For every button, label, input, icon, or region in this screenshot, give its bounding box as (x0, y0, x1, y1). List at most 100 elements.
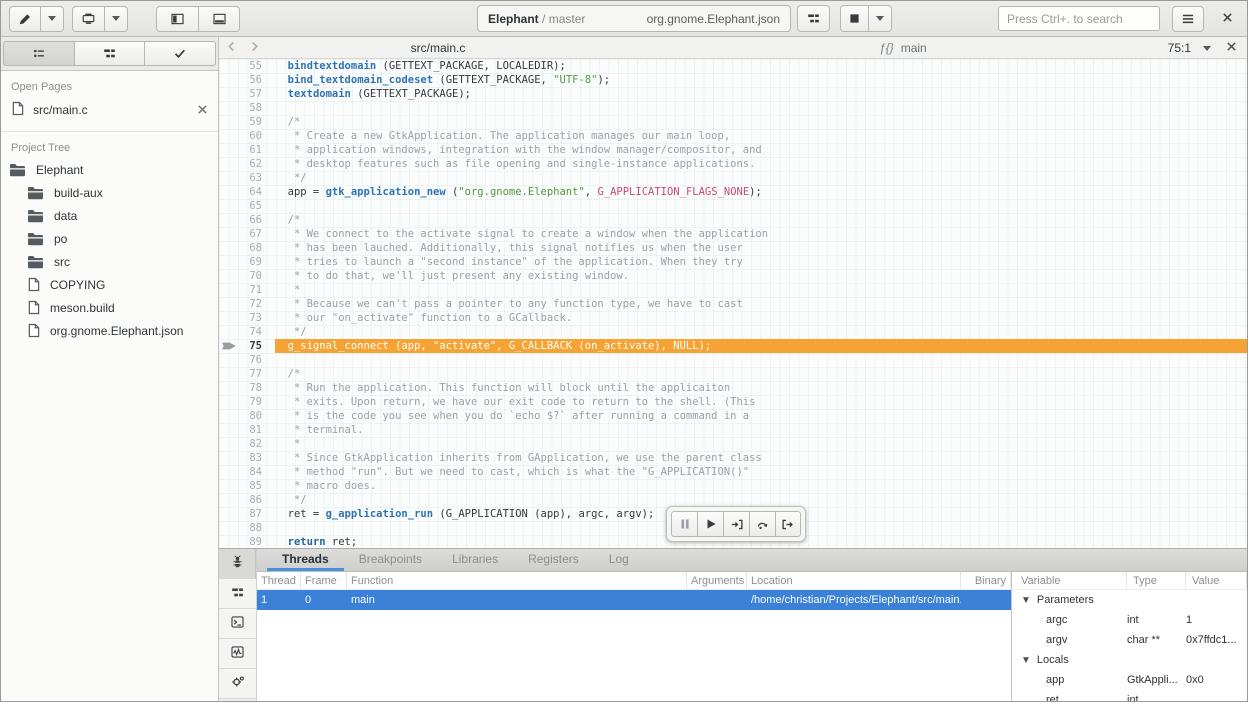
menu-button[interactable] (1172, 6, 1204, 32)
build-tree-panel-button[interactable] (219, 579, 256, 609)
variable-group-locals[interactable]: ▼Locals (1012, 650, 1247, 670)
search-input[interactable] (998, 6, 1160, 31)
thread-row[interactable]: 10main/home/christian/Projects/Elephant/… (257, 590, 1011, 610)
column-header-variable[interactable]: Variable (1012, 572, 1127, 589)
column-header-thread[interactable]: Thread (257, 572, 301, 589)
line-number[interactable]: 79 (241, 395, 275, 409)
code-line-72[interactable]: 72 * Because we can't pass a pointer to … (219, 297, 1247, 311)
column-header-type[interactable]: Type (1127, 572, 1186, 589)
window-close-button[interactable] (1216, 10, 1239, 27)
tab-log[interactable]: Log (594, 549, 644, 571)
code-line-78[interactable]: 78 * Run the application. This function … (219, 381, 1247, 395)
pause-button[interactable] (671, 511, 697, 537)
tree-item-po[interactable]: po (1, 227, 218, 250)
close-page-icon[interactable] (197, 103, 208, 118)
line-number[interactable]: 78 (241, 381, 275, 395)
device-dropdown-button[interactable] (104, 6, 128, 32)
column-header-value[interactable]: Value (1186, 572, 1247, 589)
editor-options-dropdown[interactable] (1203, 46, 1211, 51)
line-number[interactable]: 75 (241, 339, 275, 353)
code-line-67[interactable]: 67 * We connect to the activate signal t… (219, 227, 1247, 241)
column-header-frame[interactable]: Frame (301, 572, 347, 589)
variable-row-argv[interactable]: argvchar **0x7ffdc1... (1012, 630, 1247, 650)
step-over-button[interactable] (749, 511, 775, 537)
line-number[interactable]: 81 (241, 423, 275, 437)
line-number[interactable]: 57 (241, 87, 275, 101)
code-line-84[interactable]: 84 * method "run". But we need to cast, … (219, 465, 1247, 479)
profiler-panel-button[interactable] (219, 639, 256, 669)
code-line-83[interactable]: 83 * Since GtkApplication inherits from … (219, 451, 1247, 465)
line-number[interactable]: 58 (241, 101, 275, 115)
code-line-80[interactable]: 80 * is the code you see when you do `ec… (219, 409, 1247, 423)
line-number[interactable]: 60 (241, 129, 275, 143)
back-button[interactable] (227, 41, 236, 55)
code-line-64[interactable]: 64 app = gtk_application_new ("org.gnome… (219, 185, 1247, 199)
code-line-62[interactable]: 62 * desktop features such as file openi… (219, 157, 1247, 171)
expander-icon[interactable]: ▼ (1021, 655, 1031, 666)
current-symbol[interactable]: ƒ{}main (879, 37, 927, 59)
gears-panel-button[interactable] (219, 669, 256, 699)
line-number[interactable]: 80 (241, 409, 275, 423)
terminal-panel-button[interactable] (219, 609, 256, 639)
code-line-60[interactable]: 60 * Create a new GtkApplication. The ap… (219, 129, 1247, 143)
close-document-button[interactable] (1226, 37, 1237, 59)
pen-dropdown-button[interactable] (40, 6, 64, 32)
tab-breakpoints[interactable]: Breakpoints (344, 549, 437, 571)
code-line-57[interactable]: 57 textdomain (GETTEXT_PACKAGE); (219, 87, 1247, 101)
code-line-70[interactable]: 70 * to do that, we'll just present any … (219, 269, 1247, 283)
code-line-73[interactable]: 73 * our "on_activate" function to a GCa… (219, 311, 1247, 325)
line-number[interactable]: 85 (241, 479, 275, 493)
code-line-77[interactable]: 77 /* (219, 367, 1247, 381)
line-number[interactable]: 63 (241, 171, 275, 185)
expander-icon[interactable]: ▼ (1021, 595, 1031, 606)
code-line-69[interactable]: 69 * tries to launch a "second instance"… (219, 255, 1247, 269)
line-number[interactable]: 62 (241, 157, 275, 171)
line-number[interactable]: 74 (241, 325, 275, 339)
line-number[interactable]: 82 (241, 437, 275, 451)
code-line-66[interactable]: 66 /* (219, 213, 1247, 227)
step-out-button[interactable] (775, 511, 801, 537)
code-line-68[interactable]: 68 * has been lauched. Additionally, thi… (219, 241, 1247, 255)
device-button[interactable] (72, 6, 104, 32)
line-number[interactable]: 64 (241, 185, 275, 199)
column-header-binary[interactable]: Binary (961, 572, 1011, 589)
code-line-56[interactable]: 56 bind_textdomain_codeset (GETTEXT_PACK… (219, 73, 1247, 87)
sidebar-switcher-button[interactable] (74, 41, 145, 66)
line-number[interactable]: 72 (241, 297, 275, 311)
code-line-85[interactable]: 85 * macro does. (219, 479, 1247, 493)
line-number[interactable]: 70 (241, 269, 275, 283)
line-number[interactable]: 55 (241, 59, 275, 73)
toggle-left-panel-button[interactable] (156, 6, 198, 32)
line-number[interactable]: 89 (241, 535, 275, 548)
code-line-75[interactable]: 75 g_signal_connect (app, "activate", G_… (219, 339, 1247, 353)
column-header-arguments[interactable]: Arguments (687, 572, 747, 589)
line-number[interactable]: 71 (241, 283, 275, 297)
code-line-59[interactable]: 59 /* (219, 115, 1247, 129)
tab-libraries[interactable]: Libraries (437, 549, 513, 571)
document-title[interactable]: src/main.c (363, 37, 513, 59)
variable-group-parameters[interactable]: ▼Parameters (1012, 590, 1247, 610)
sidebar-switcher-button[interactable] (3, 41, 74, 66)
tree-item-data[interactable]: data (1, 204, 218, 227)
code-line-61[interactable]: 61 * application windows, integration wi… (219, 143, 1247, 157)
sidebar-switcher-button[interactable] (144, 41, 216, 66)
line-number[interactable]: 83 (241, 451, 275, 465)
build-button[interactable] (797, 5, 830, 32)
line-number[interactable]: 59 (241, 115, 275, 129)
code-line-65[interactable]: 65 (219, 199, 1247, 213)
stop-button[interactable] (840, 5, 868, 32)
code-line-71[interactable]: 71 * (219, 283, 1247, 297)
pen-button[interactable] (9, 6, 40, 32)
tree-item-org-gnome-elephant-json[interactable]: org.gnome.Elephant.json (1, 319, 218, 342)
toggle-bottom-panel-button[interactable] (198, 6, 240, 32)
line-number[interactable]: 61 (241, 143, 275, 157)
run-dropdown-button[interactable] (868, 5, 892, 32)
open-page-item[interactable]: src/main.c (1, 97, 218, 123)
line-number[interactable]: 84 (241, 465, 275, 479)
variable-row-app[interactable]: appGtkAppli...0x0 (1012, 670, 1247, 690)
tree-item-build-aux[interactable]: build-aux (1, 181, 218, 204)
tree-item-copying[interactable]: COPYING (1, 273, 218, 296)
variable-row-argc[interactable]: argcint1 (1012, 610, 1247, 630)
omnibar[interactable]: Elephant / master org.gnome.Elephant.jso… (477, 5, 791, 32)
line-number[interactable]: 68 (241, 241, 275, 255)
